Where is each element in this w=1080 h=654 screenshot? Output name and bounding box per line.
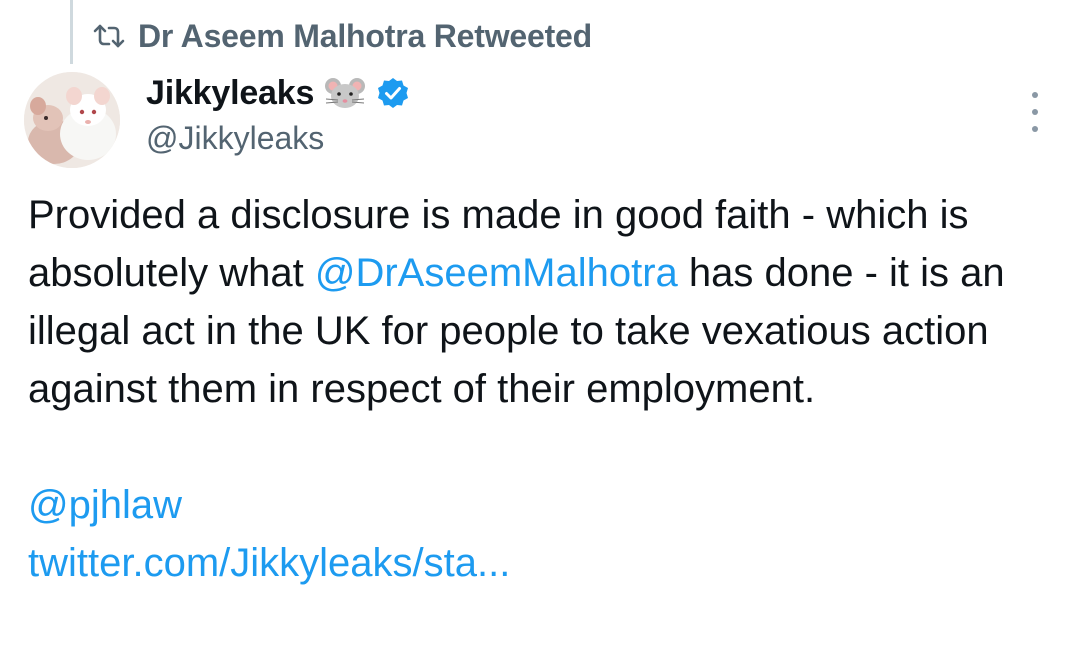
more-dot (1032, 92, 1038, 98)
mention-link[interactable]: @pjhlaw (28, 483, 182, 527)
tweet-link-line: twitter.com/Jikkyleaks/sta... (28, 534, 1068, 592)
thread-connector-line (70, 0, 73, 64)
author-name-row: Jikkyleaks (146, 70, 410, 116)
author-display-name[interactable]: Jikkyleaks (146, 74, 314, 113)
author-info[interactable]: Jikkyleaks @Jikkyleaks (146, 70, 410, 157)
more-options-icon[interactable] (1020, 92, 1050, 132)
author-handle[interactable]: @Jikkyleaks (146, 120, 410, 157)
quoted-tweet-link[interactable]: twitter.com/Jikkyleaks/sta... (28, 541, 510, 585)
avatar[interactable] (24, 72, 120, 168)
tweet-paragraph: Provided a disclosure is made in good fa… (28, 186, 1068, 418)
mouse-emoji-icon (324, 75, 366, 111)
retweeted-by-label: Dr Aseem Malhotra Retweeted (138, 17, 592, 54)
retweet-icon (92, 23, 126, 49)
verified-badge-icon[interactable] (376, 76, 410, 110)
more-dot (1032, 109, 1038, 115)
tweet-text: Provided a disclosure is made in good fa… (28, 186, 1068, 592)
retweet-header[interactable]: Dr Aseem Malhotra Retweeted (92, 16, 592, 56)
tweet-mention-line: @pjhlaw (28, 476, 1068, 534)
mention-link[interactable]: @DrAseemMalhotra (315, 251, 678, 295)
more-dot (1032, 126, 1038, 132)
